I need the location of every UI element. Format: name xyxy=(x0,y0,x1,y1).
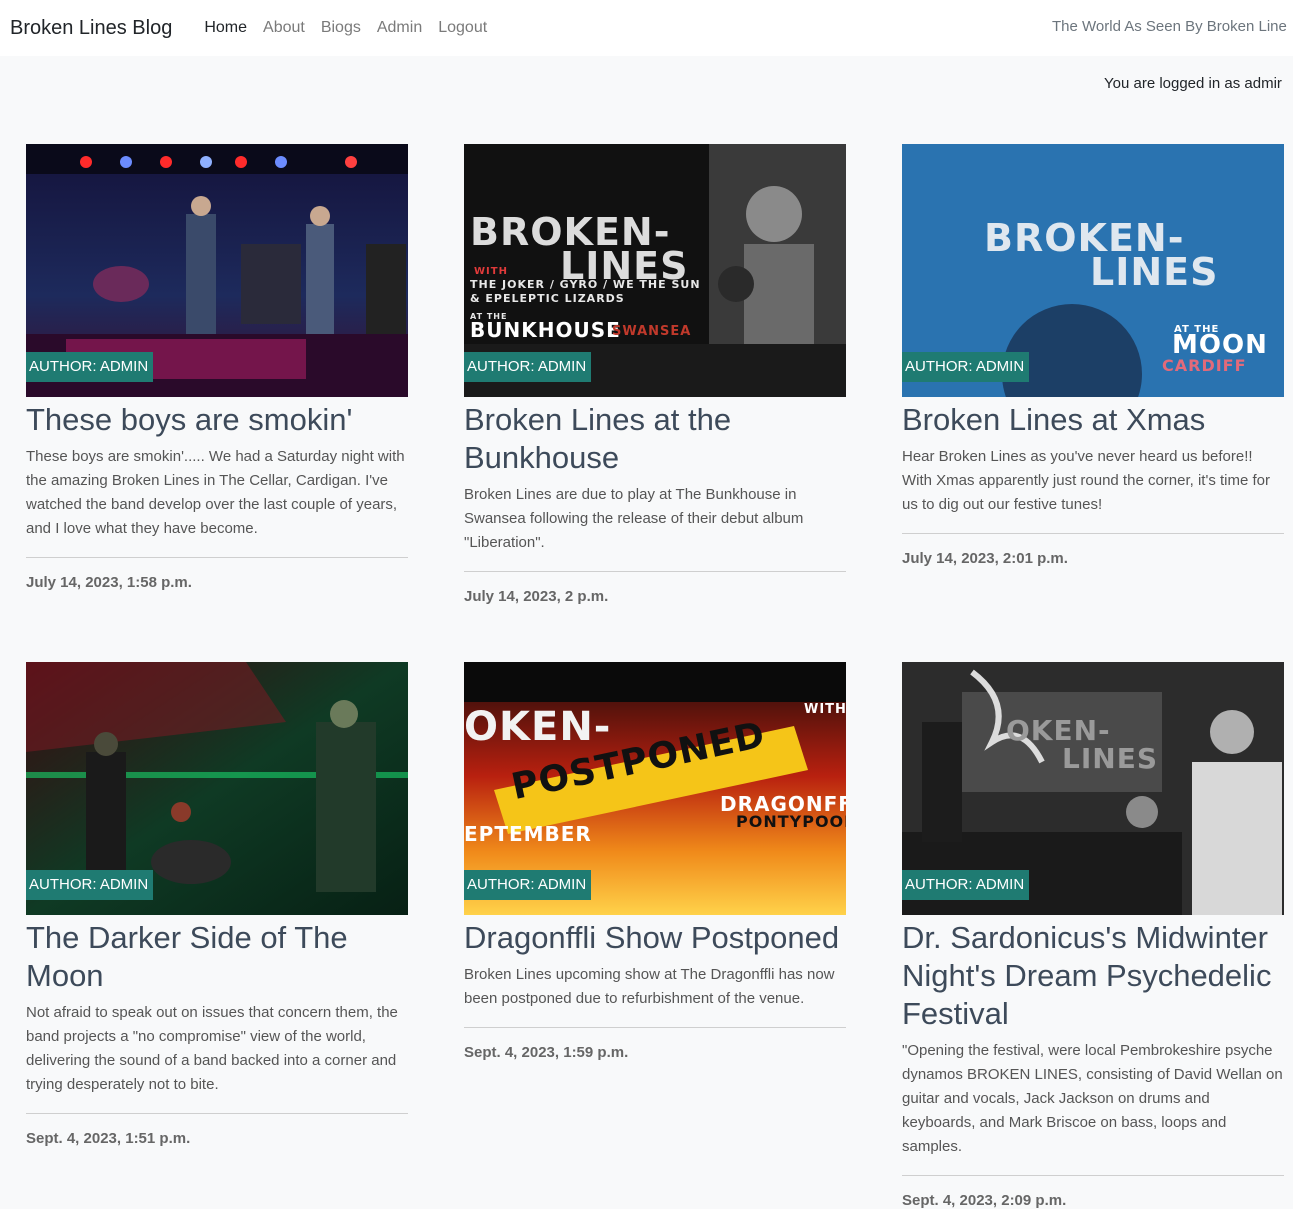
nav-biogs-link[interactable]: Biogs xyxy=(313,19,369,37)
backdrop-band-name-line2: LINES xyxy=(1062,742,1158,775)
post-image[interactable]: OKEN- LINES AUTHOR: ADMIN xyxy=(902,662,1284,915)
divider xyxy=(26,1113,408,1114)
nav-admin-link[interactable]: Admin xyxy=(369,19,430,37)
post-date: Sept. 4, 2023, 1:59 p.m. xyxy=(464,1044,629,1061)
author-badge: AUTHOR: ADMIN xyxy=(902,352,1030,382)
post-title[interactable]: The Darker Side of The Moon xyxy=(26,919,408,995)
divider xyxy=(902,533,1284,534)
post-excerpt: Broken Lines are due to play at The Bunk… xyxy=(464,486,804,551)
post-excerpt: Not afraid to speak out on issues that c… xyxy=(26,1004,398,1093)
post-card[interactable]: OKEN- POSTPONED WITH DRAGONFFLI PONTYPOO… xyxy=(464,662,846,1061)
post-image[interactable]: BROKEN- LINES AT THE MOON CARDIFF AUTHOR… xyxy=(902,144,1284,397)
post-image[interactable]: AUTHOR: ADMIN xyxy=(26,662,408,915)
poster-support-acts: THE JOKER / GYRO / WE THE SUN xyxy=(470,278,701,291)
divider xyxy=(26,557,408,558)
nav-about-link[interactable]: About xyxy=(255,19,313,37)
post-card[interactable]: AUTHOR: ADMIN These boys are smokin' The… xyxy=(26,144,408,591)
divider xyxy=(902,1175,1284,1176)
nav-home-link[interactable]: Home xyxy=(196,19,255,37)
post-image[interactable]: OKEN- POSTPONED WITH DRAGONFFLI PONTYPOO… xyxy=(464,662,846,915)
divider xyxy=(464,1027,846,1028)
nav-logout-link[interactable]: Logout xyxy=(430,19,495,37)
post-date: July 14, 2023, 1:58 p.m. xyxy=(26,574,192,591)
poster-venue: BUNKHOUSE xyxy=(470,318,621,342)
author-badge: AUTHOR: ADMIN xyxy=(902,870,1030,900)
post-excerpt: These boys are smokin'..... We had a Sat… xyxy=(26,448,405,537)
navbar: Broken Lines Blog Home About Biogs Admin… xyxy=(0,0,1293,56)
post-image[interactable]: BROKEN- LINES WITH THE JOKER / GYRO / WE… xyxy=(464,144,846,397)
post-title[interactable]: Broken Lines at Xmas xyxy=(902,401,1284,439)
poster-city: PONTYPOOL xyxy=(736,812,846,831)
author-badge: AUTHOR: ADMIN xyxy=(464,352,592,382)
logged-in-status: You are logged in as admir xyxy=(1104,75,1282,92)
poster-date: EPTEMBER xyxy=(464,822,592,846)
post-excerpt: Hear Broken Lines as you've never heard … xyxy=(902,448,1271,513)
post-title[interactable]: Dragonffli Show Postponed xyxy=(464,919,846,957)
post-card[interactable]: BROKEN- LINES WITH THE JOKER / GYRO / WE… xyxy=(464,144,846,605)
site-tagline: The World As Seen By Broken Line xyxy=(1052,18,1287,35)
poster-city: CARDIFF xyxy=(1162,356,1247,375)
divider xyxy=(464,571,846,572)
post-date: Sept. 4, 2023, 1:51 p.m. xyxy=(26,1130,191,1147)
poster-with: WITH xyxy=(474,266,508,277)
post-title[interactable]: These boys are smokin' xyxy=(26,401,408,439)
post-card[interactable]: BROKEN- LINES AT THE MOON CARDIFF AUTHOR… xyxy=(902,144,1284,567)
post-excerpt: Broken Lines upcoming show at The Dragon… xyxy=(464,966,835,1007)
poster-support-acts-2: & EPELEPTIC LIZARDS xyxy=(470,292,625,305)
post-date: Sept. 4, 2023, 2:09 p.m. xyxy=(902,1192,1067,1209)
post-image[interactable]: AUTHOR: ADMIN xyxy=(26,144,408,397)
author-badge: AUTHOR: ADMIN xyxy=(26,352,154,382)
post-date: July 14, 2023, 2 p.m. xyxy=(464,588,609,605)
post-card[interactable]: OKEN- LINES AUTHOR: ADMIN Dr. Sardonicus… xyxy=(902,662,1284,1209)
post-title[interactable]: Dr. Sardonicus's Midwinter Night's Dream… xyxy=(902,919,1284,1033)
post-card[interactable]: AUTHOR: ADMIN The Darker Side of The Moo… xyxy=(26,662,408,1147)
author-badge: AUTHOR: ADMIN xyxy=(464,870,592,900)
poster-with: WITH xyxy=(804,702,846,717)
poster-city: SWANSEA xyxy=(612,324,692,339)
brand-link[interactable]: Broken Lines Blog xyxy=(10,17,172,40)
post-date: July 14, 2023, 2:01 p.m. xyxy=(902,550,1068,567)
post-title[interactable]: Broken Lines at the Bunkhouse xyxy=(464,401,846,477)
nav-links: Home About Biogs Admin Logout xyxy=(196,19,495,37)
poster-band-name: OKEN- xyxy=(464,704,612,750)
post-excerpt: "Opening the festival, were local Pembro… xyxy=(902,1042,1283,1155)
poster-band-name-line2: LINES xyxy=(1090,250,1219,294)
author-badge: AUTHOR: ADMIN xyxy=(26,870,154,900)
